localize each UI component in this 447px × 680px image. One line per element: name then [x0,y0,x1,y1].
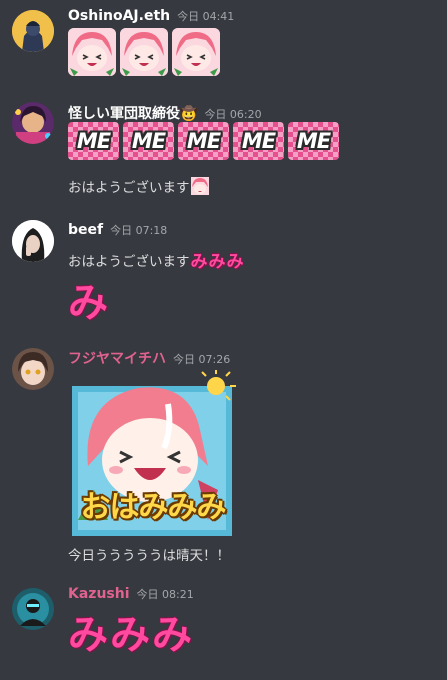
message-fujiyama: フジヤマイチハ 今日 07:26 おはみみみ 今日うううううは晴天！！ [0,340,447,570]
avatar-image [12,10,54,52]
username[interactable]: Kazushi [68,586,130,602]
emote-row [68,28,220,76]
message-content: おはようございます [68,176,209,196]
me-emote[interactable]: ME [233,122,284,160]
avatar[interactable] [12,588,54,630]
me-emote[interactable]: ME [288,122,339,160]
avatar-image [12,102,54,144]
avatar[interactable] [12,10,54,52]
timestamp: 今日 06:20 [204,108,262,121]
message-kazushi: Kazushi 今日 08:21 みみみ [0,580,447,680]
username[interactable]: beef [68,222,103,238]
me-emote-label: ME [76,129,111,153]
avatar-image [12,220,54,262]
message-content: 今日うううううは晴天！！ [68,544,230,564]
timestamp: 今日 04:41 [177,10,235,23]
anime-laugh-emote[interactable] [172,28,220,76]
message-text: おはようございます [68,180,190,196]
ohamimimi-sticker[interactable]: おはみみみ [68,370,238,536]
anime-laugh-emote[interactable] [68,28,116,76]
me-emote-label: ME [131,129,166,153]
mimimi-big-emote[interactable]: みみみ [68,602,194,660]
timestamp: 今日 07:26 [173,353,231,366]
avatar-image [12,588,54,630]
timestamp: 今日 07:18 [110,224,168,237]
me-emote-row: ME ME ME ME ME [68,122,343,160]
big-emote-row: みみみ [68,602,194,660]
mi-big-emote[interactable]: み [68,270,108,328]
me-emote-label: ME [241,129,276,153]
anime-laugh-emote[interactable] [120,28,168,76]
me-emote[interactable]: ME [178,122,229,160]
me-emote[interactable]: ME [123,122,174,160]
mimimi-inline-emote[interactable]: みみみ [191,247,245,272]
username[interactable]: OshinoAJ.eth [68,8,170,24]
avatar[interactable] [12,220,54,262]
message-corporate: 怪しい軍団取締役🤠 今日 06:20 ME ME ME ME ME おはようござ… [0,96,447,206]
me-emote-label: ME [186,129,221,153]
me-emote[interactable]: ME [68,122,119,160]
message-content: おはようございます みみみ [68,247,245,272]
avatar[interactable] [12,348,54,390]
big-emote-row: み [68,270,108,328]
sticker-caption: おはみみみ [80,490,227,525]
message-text: 今日うううううは晴天！！ [68,548,230,564]
message-beef: beef 今日 07:18 おはようございます みみみ み [0,214,447,326]
me-emote-label: ME [296,129,331,153]
username[interactable]: フジヤマイチハ [68,348,166,368]
small-anime-emote[interactable] [190,177,209,195]
username[interactable]: 怪しい軍団取締役🤠 [68,103,197,123]
timestamp: 今日 08:21 [136,588,194,601]
message-oshinoaj: OshinoAJ.eth 今日 04:41 [0,0,447,90]
avatar[interactable] [12,102,54,144]
message-text: おはようございます [68,253,190,270]
avatar-image [12,348,54,390]
